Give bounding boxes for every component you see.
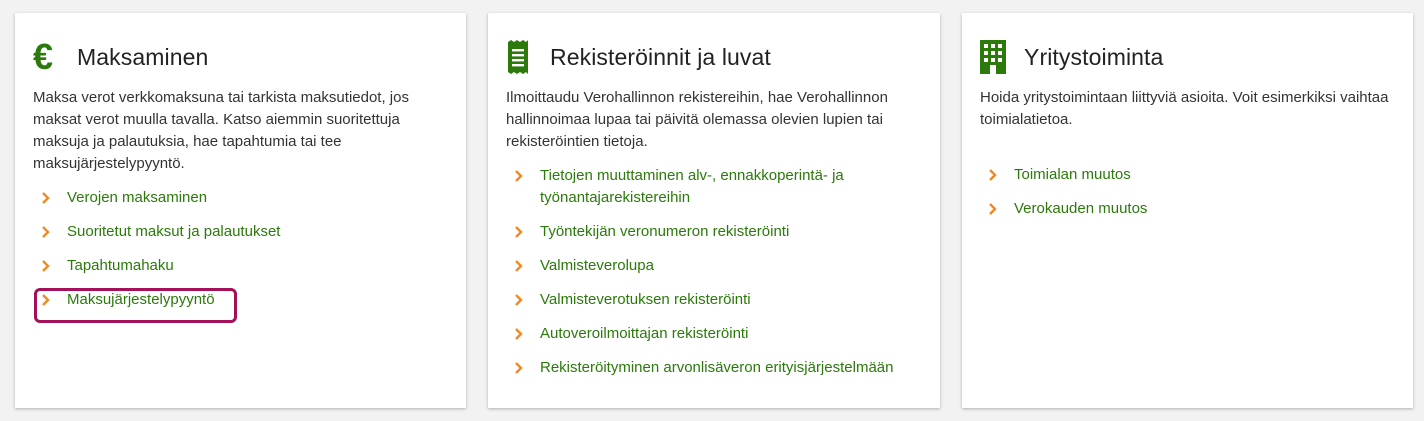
card-header: Yritystoiminta — [980, 39, 1393, 75]
link-veronumeron-rekisterointi[interactable]: Työntekijän veronumeron rekisteröinti — [540, 223, 789, 240]
link-valmisteverotuksen-rekisterointi[interactable]: Valmisteverotuksen rekisteröinti — [540, 291, 751, 308]
link-verokauden-muutos[interactable]: Verokauden muutos — [1014, 200, 1147, 217]
building-icon — [980, 39, 1012, 75]
link-maksujarjestelypyynto[interactable]: Maksujärjestelypyyntö — [67, 291, 215, 308]
list-item[interactable]: Valmisteverolupa — [506, 255, 920, 277]
euro-icon: € — [33, 39, 65, 75]
link-verojen-maksaminen[interactable]: Verojen maksaminen — [67, 189, 207, 206]
chevron-right-icon — [42, 260, 50, 272]
card-description: Ilmoittaudu Verohallinnon rekistereihin,… — [506, 89, 888, 150]
link-erityisjarjestelma[interactable]: Rekisteröityminen arvonlisäveron erityis… — [540, 359, 893, 376]
card-header: € Maksaminen — [33, 39, 446, 75]
card-rekisteroinnit: Rekisteröinnit ja luvat Ilmoittaudu Vero… — [488, 13, 940, 408]
svg-text:€: € — [33, 40, 53, 74]
card-description: Maksa verot verkkomaksuna tai tarkista m… — [33, 89, 409, 172]
card-header: Rekisteröinnit ja luvat — [506, 39, 920, 75]
chevron-right-icon — [989, 169, 997, 181]
list-item[interactable]: Suoritetut maksut ja palautukset — [33, 221, 446, 243]
card-title: Yritystoiminta — [1024, 43, 1164, 70]
card-title: Maksaminen — [77, 43, 209, 70]
link-tapahtumahaku[interactable]: Tapahtumahaku — [67, 257, 174, 274]
list-item[interactable]: Verojen maksaminen — [33, 187, 446, 209]
chevron-right-icon — [42, 226, 50, 238]
list-item[interactable]: Toimialan muutos — [980, 164, 1393, 186]
receipt-icon — [506, 39, 538, 75]
service-cards-row: € Maksaminen Maksa verot verkkomaksuna t… — [0, 0, 1424, 421]
link-suoritetut-maksut[interactable]: Suoritetut maksut ja palautukset — [67, 223, 280, 240]
link-valmisteverolupa[interactable]: Valmisteverolupa — [540, 257, 654, 274]
chevron-right-icon — [515, 170, 523, 182]
list-item[interactable]: Valmisteverotuksen rekisteröinti — [506, 289, 920, 311]
card-maksaminen: € Maksaminen Maksa verot verkkomaksuna t… — [15, 13, 466, 408]
link-autoveroilmoittajan-rekisterointi[interactable]: Autoveroilmoittajan rekisteröinti — [540, 325, 748, 342]
list-item[interactable]: Rekisteröityminen arvonlisäveron erityis… — [506, 357, 920, 379]
chevron-right-icon — [989, 203, 997, 215]
list-item[interactable]: Autoveroilmoittajan rekisteröinti — [506, 323, 920, 345]
chevron-right-icon — [42, 192, 50, 204]
card-yritystoiminta: Yritystoiminta Hoida yritystoimintaan li… — [962, 13, 1413, 408]
list-item[interactable]: Verokauden muutos — [980, 198, 1393, 220]
link-toimialan-muutos[interactable]: Toimialan muutos — [1014, 166, 1131, 183]
link-list: Verojen maksaminen Suoritetut maksut ja … — [33, 187, 446, 311]
card-title: Rekisteröinnit ja luvat — [550, 43, 771, 70]
list-item[interactable]: Tapahtumahaku — [33, 255, 446, 277]
chevron-right-icon — [515, 294, 523, 306]
card-description: Hoida yritystoimintaan liittyviä asioita… — [980, 89, 1389, 128]
chevron-right-icon — [515, 226, 523, 238]
link-list: Toimialan muutos Verokauden muutos — [980, 164, 1393, 220]
chevron-right-icon — [515, 260, 523, 272]
list-item[interactable]: Maksujärjestelypyyntö — [33, 289, 446, 311]
chevron-right-icon — [515, 362, 523, 374]
link-list: Tietojen muuttaminen alv-, ennakkoperint… — [506, 165, 920, 379]
chevron-right-icon — [515, 328, 523, 340]
list-item[interactable]: Tietojen muuttaminen alv-, ennakkoperint… — [506, 165, 920, 209]
list-item[interactable]: Työntekijän veronumeron rekisteröinti — [506, 221, 920, 243]
link-tietojen-muuttaminen[interactable]: Tietojen muuttaminen alv-, ennakkoperint… — [540, 167, 844, 206]
chevron-right-icon — [42, 294, 50, 306]
